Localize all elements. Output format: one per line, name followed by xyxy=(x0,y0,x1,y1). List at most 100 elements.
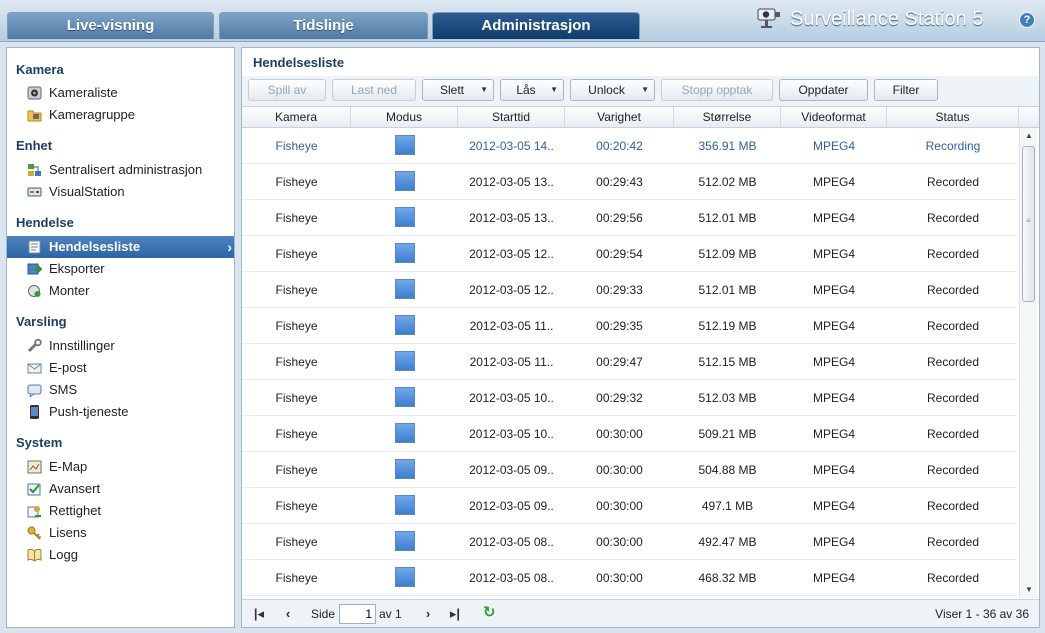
sidebar-item-license[interactable]: Lisens xyxy=(7,522,234,544)
previous-page-icon[interactable]: ‹ xyxy=(280,605,296,623)
scroll-down-icon[interactable]: ▼ xyxy=(1020,582,1038,598)
mode-icon xyxy=(395,207,415,227)
table-row[interactable]: Fisheye 2012-03-05 11.. 00:29:35 512.19 MB M… xyxy=(242,308,1017,344)
sidebar-item-log[interactable]: Logg xyxy=(7,544,234,566)
sidebar-item-sms[interactable]: SMS xyxy=(7,379,234,401)
sidebar-item-privilege[interactable]: Rettighet xyxy=(7,500,234,522)
sidebar-item-mount[interactable]: Monter xyxy=(7,280,234,302)
mode-icon xyxy=(395,531,415,551)
sidebar-item-label: Kameragruppe xyxy=(49,107,135,122)
table-row[interactable]: Fisheye 2012-03-05 13.. 00:29:43 512.02 MB M… xyxy=(242,164,1017,200)
table-row[interactable]: Fisheye 2012-03-05 13.. 00:29:56 512.01 MB M… xyxy=(242,200,1017,236)
sidebar-section-notification: Varsling xyxy=(16,314,67,329)
status-cell: Recorded xyxy=(926,427,980,441)
sidebar-item-camera-group[interactable]: Kameragruppe xyxy=(7,104,234,126)
stop-recording-button[interactable]: Stopp opptak xyxy=(661,79,773,101)
help-icon[interactable]: ? xyxy=(1019,12,1035,28)
tab-administration[interactable]: Administrasjon xyxy=(432,12,640,39)
sidebar-item-label: Sentralisert administrasjon xyxy=(49,162,203,177)
sidebar-item-camera-list[interactable]: Kameraliste xyxy=(7,82,234,104)
table-row[interactable]: Fisheye 2012-03-05 12.. 00:29:54 512.09 MB M… xyxy=(242,236,1017,272)
video-format-cell: MPEG4 xyxy=(812,211,855,225)
refresh-button[interactable]: Oppdater xyxy=(779,79,868,101)
page-label: Side xyxy=(311,607,336,621)
table-row[interactable]: Fisheye 2012-03-05 10.. 00:29:32 512.03 MB M… xyxy=(242,380,1017,416)
sidebar-item-label: Eksporter xyxy=(49,261,105,276)
mode-icon xyxy=(395,423,415,443)
delete-dropdown-button[interactable]: Slett ▼ xyxy=(422,79,494,101)
duration-cell: 00:20:42 xyxy=(596,139,643,153)
toolbar: Spill av Last ned Slett ▼ Lås ▼ Unlock ▼… xyxy=(242,76,1039,106)
unlock-label: Unlock xyxy=(588,83,625,97)
scroll-up-icon[interactable]: ▲ xyxy=(1020,128,1038,144)
next-page-icon[interactable]: › xyxy=(420,605,436,623)
sidebar-item-visualstation[interactable]: VisualStation xyxy=(7,181,234,203)
sidebar-item-label: Innstillinger xyxy=(49,338,115,353)
play-button[interactable]: Spill av xyxy=(248,79,326,101)
table-row[interactable]: Fisheye 2012-03-05 10.. 00:30:00 509.21 MB M… xyxy=(242,416,1017,452)
camera-cell: Fisheye xyxy=(275,535,318,549)
status-cell: Recording xyxy=(925,139,981,153)
sidebar-item-central-admin[interactable]: Sentralisert administrasjon xyxy=(7,159,234,181)
video-format-cell: MPEG4 xyxy=(812,175,855,189)
download-button[interactable]: Last ned xyxy=(332,79,416,101)
sidebar-item-email[interactable]: E-post xyxy=(7,357,234,379)
camera-folder-icon xyxy=(27,110,42,122)
column-header-camera[interactable]: Kamera xyxy=(242,107,351,128)
filter-button[interactable]: Filter xyxy=(874,79,938,101)
status-cell: Recorded xyxy=(926,463,980,477)
sidebar-item-export[interactable]: Eksporter xyxy=(7,258,234,280)
start-time-cell: 2012-03-05 08.. xyxy=(469,535,554,549)
sidebar: Kamera Kameraliste Kameragruppe Enhet Se… xyxy=(6,47,235,628)
tab-live-view[interactable]: Live-visning xyxy=(7,12,214,39)
scroll-thumb[interactable]: ≡ xyxy=(1022,146,1035,302)
caret-down-icon: ▼ xyxy=(480,85,488,94)
table-row[interactable]: Fisheye 2012-03-05 14.. 00:20:42 356.91 MB M… xyxy=(242,128,1017,164)
column-header-status[interactable]: Status xyxy=(887,107,1019,128)
status-cell: Recorded xyxy=(926,175,980,189)
mode-icon xyxy=(395,135,415,155)
camera-cell: Fisheye xyxy=(275,211,318,225)
table-header: Kamera Modus Starttid Varighet Størrelse… xyxy=(242,106,1039,128)
vertical-scrollbar[interactable]: ▲ ≡ ▼ xyxy=(1019,128,1037,598)
log-book-icon xyxy=(27,548,42,562)
sidebar-item-label: Rettighet xyxy=(49,503,102,518)
sidebar-item-emap[interactable]: E-Map xyxy=(7,456,234,478)
size-cell: 512.09 MB xyxy=(698,247,757,261)
sidebar-item-settings[interactable]: Innstillinger xyxy=(7,335,234,357)
camera-cell: Fisheye xyxy=(275,463,318,477)
column-header-size[interactable]: Størrelse xyxy=(674,107,781,128)
lock-dropdown-button[interactable]: Lås ▼ xyxy=(500,79,564,101)
sidebar-item-push-service[interactable]: Push-tjeneste xyxy=(7,401,234,423)
table-row[interactable]: Fisheye 2012-03-05 11.. 00:29:47 512.15 MB M… xyxy=(242,344,1017,380)
sidebar-item-label: Hendelsesliste xyxy=(49,239,141,254)
sidebar-section-device: Enhet xyxy=(16,138,53,153)
page-number-input[interactable] xyxy=(339,604,376,624)
column-header-duration[interactable]: Varighet xyxy=(565,107,674,128)
table-row[interactable]: Fisheye 2012-03-05 12.. 00:29:33 512.01 MB M… xyxy=(242,272,1017,308)
size-cell: 468.32 MB xyxy=(698,571,757,585)
table-row[interactable]: Fisheye 2012-03-05 09.. 00:30:00 497.1 MB MP… xyxy=(242,488,1017,524)
sidebar-item-event-list[interactable]: Hendelsesliste › xyxy=(7,236,234,258)
start-time-cell: 2012-03-05 08.. xyxy=(469,571,554,585)
first-page-icon[interactable]: |◂ xyxy=(251,605,267,623)
start-time-cell: 2012-03-05 09.. xyxy=(469,499,554,513)
sidebar-item-advanced[interactable]: Avansert xyxy=(7,478,234,500)
delete-label: Slett xyxy=(439,83,464,97)
table-row[interactable]: Fisheye 2012-03-05 08.. 00:30:00 492.47 MB M… xyxy=(242,524,1017,560)
unlock-dropdown-button[interactable]: Unlock ▼ xyxy=(570,79,655,101)
table-row[interactable]: Fisheye 2012-03-05 08.. 00:30:00 468.32 MB M… xyxy=(242,560,1017,596)
column-header-start-time[interactable]: Starttid xyxy=(458,107,565,128)
event-list-icon xyxy=(28,240,41,254)
caret-down-icon: ▼ xyxy=(550,85,558,94)
key-icon xyxy=(27,526,42,540)
tab-timeline[interactable]: Tidslinje xyxy=(219,12,428,39)
mode-icon xyxy=(395,387,415,407)
table-row[interactable]: Fisheye 2012-03-05 09.. 00:30:00 504.88 MB M… xyxy=(242,452,1017,488)
column-header-mode[interactable]: Modus xyxy=(351,107,458,128)
column-header-video-format[interactable]: Videoformat xyxy=(781,107,887,128)
status-cell: Recorded xyxy=(926,211,980,225)
last-page-icon[interactable]: ▸| xyxy=(447,605,463,623)
status-cell: Recorded xyxy=(926,319,980,333)
reload-icon[interactable]: ↻ xyxy=(483,604,496,622)
